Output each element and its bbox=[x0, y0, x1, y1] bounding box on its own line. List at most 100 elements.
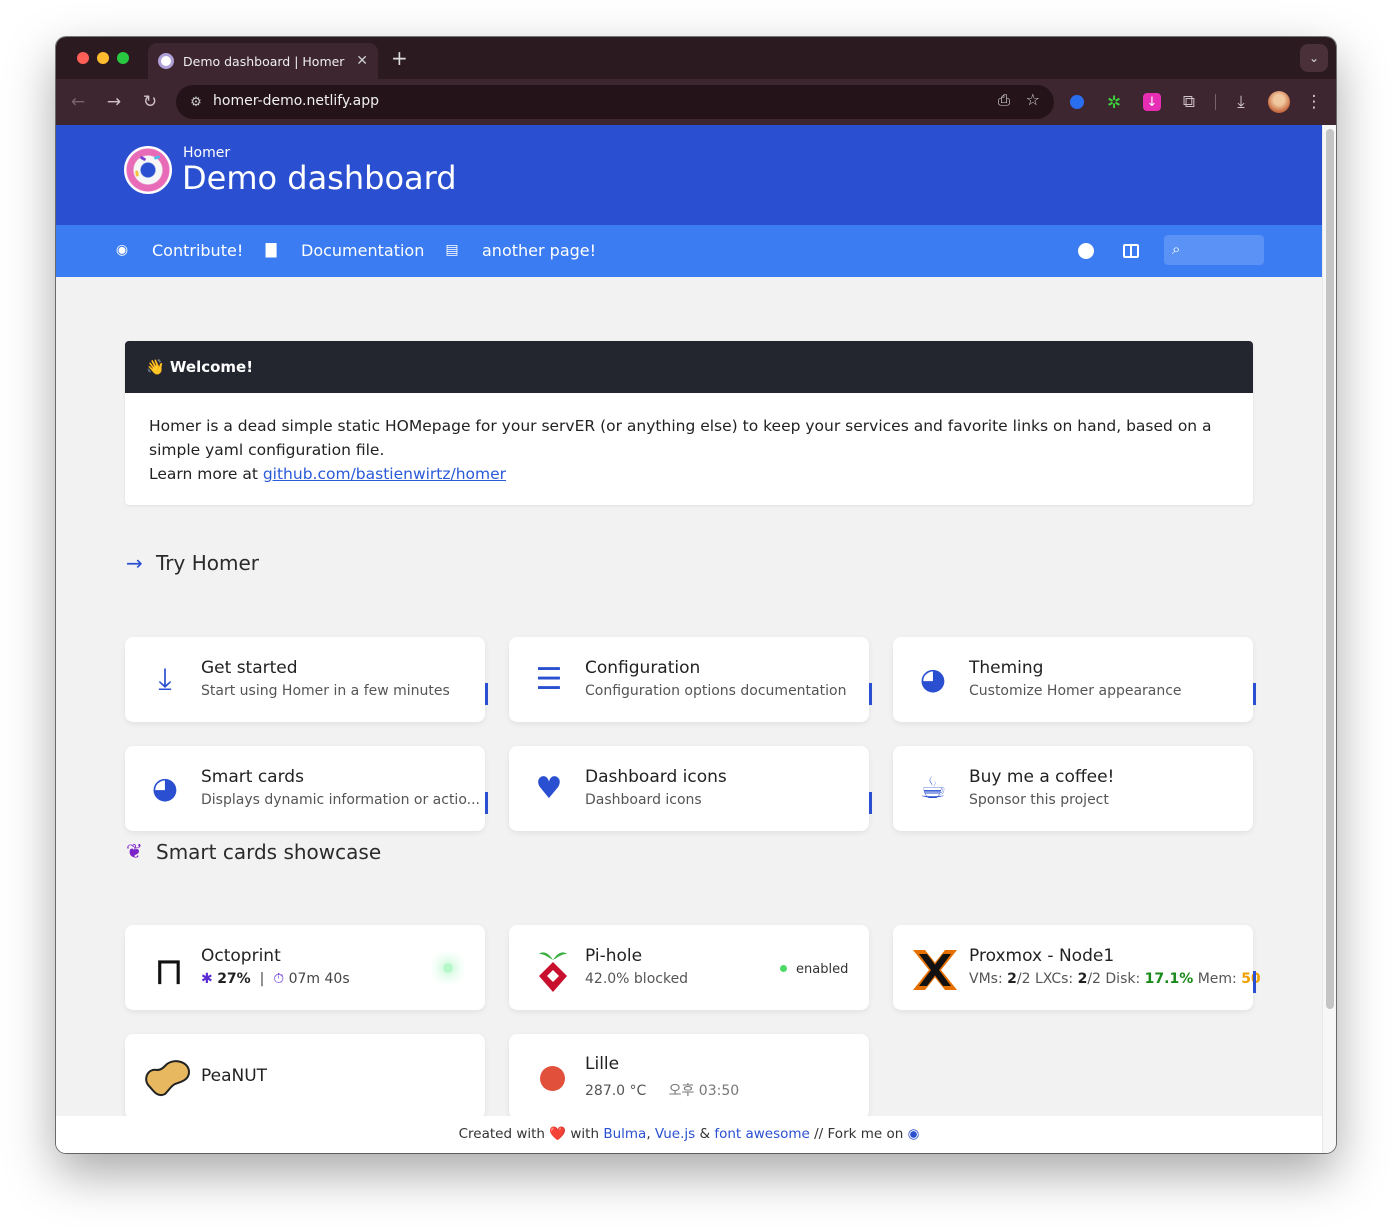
url-text[interactable]: homer-demo.netlify.app bbox=[213, 93, 379, 109]
card-title: Pi-hole bbox=[585, 946, 643, 966]
forward-arrow-icon[interactable]: → bbox=[102, 90, 126, 114]
section-title-showcase: Smart cards showcase bbox=[156, 840, 382, 864]
vms-value: 2 bbox=[1007, 971, 1017, 987]
browser-tab[interactable]: Demo dashboard | Homer ✕ bbox=[148, 43, 378, 79]
card-title: Smart cards bbox=[201, 767, 304, 787]
site-settings-icon[interactable]: ⚙ bbox=[184, 90, 208, 114]
palette-icon: ◕ bbox=[151, 770, 179, 806]
card-subtitle: Start using Homer in a few minutes bbox=[201, 683, 450, 699]
dark-mode-toggle[interactable] bbox=[1078, 243, 1094, 259]
lxcs-label: LXCs: bbox=[1034, 971, 1074, 987]
toolbar-divider bbox=[1215, 94, 1216, 110]
card-title: Theming bbox=[969, 658, 1044, 678]
message-learn: Learn more at bbox=[149, 465, 263, 483]
downloads-icon[interactable]: ⤓ bbox=[1229, 90, 1253, 114]
homer-logo bbox=[124, 146, 172, 194]
gear-icon: ✱ bbox=[201, 971, 213, 987]
github-link[interactable]: github.com/bastienwirtz/homer bbox=[263, 465, 506, 483]
bulma-link[interactable]: Bulma bbox=[603, 1126, 646, 1142]
mem-label: Mem: bbox=[1197, 971, 1237, 987]
card-dashboard-icons[interactable]: ♥ Dashboard icons Dashboard icons bbox=[509, 746, 872, 831]
extension-download-icon[interactable]: ↓ bbox=[1143, 93, 1161, 111]
card-subtitle: Sponsor this project bbox=[969, 792, 1109, 808]
card-theming[interactable]: ◕ Theming Customize Homer appearance bbox=[893, 637, 1256, 722]
extensions-puzzle-icon[interactable]: ⧉ bbox=[1177, 90, 1201, 114]
scrollbar-thumb[interactable] bbox=[1326, 129, 1334, 1009]
github-octocat-icon[interactable]: ◉ bbox=[908, 1126, 920, 1142]
card-proxmox[interactable]: Proxmox - Node1 VMs: 2/2 LXCs: 2/2 Disk:… bbox=[893, 925, 1261, 1010]
back-arrow-icon[interactable]: ← bbox=[66, 90, 90, 114]
disk-value: 17.1% bbox=[1144, 971, 1194, 987]
reload-icon[interactable]: ↻ bbox=[138, 90, 162, 114]
card-tag-marker bbox=[485, 792, 488, 814]
footer-with: with bbox=[566, 1126, 604, 1142]
card-title: Proxmox - Node1 bbox=[969, 946, 1115, 966]
github-icon: ◉ bbox=[115, 242, 129, 258]
footer-fork: // Fork me on bbox=[809, 1126, 908, 1142]
nav-link-contribute[interactable]: Contribute! bbox=[152, 241, 243, 260]
nav-link-documentation[interactable]: Documentation bbox=[301, 241, 424, 260]
vuejs-link[interactable]: Vue.js bbox=[655, 1126, 695, 1142]
card-octoprint[interactable]: ⊓ Octoprint ✱ 27% | ⏱ 07m 40s bbox=[125, 925, 485, 1010]
card-title: PeaNUT bbox=[201, 1066, 268, 1086]
browser-toolbar: ← → ↻ ⚙ homer-demo.netlify.app ⎙ ☆ ✲ ↓ ⧉… bbox=[56, 79, 1336, 125]
more-menu-icon[interactable]: ⋮ bbox=[1302, 90, 1326, 114]
card-tag-marker bbox=[485, 683, 488, 705]
hero-header: Homer Demo dashboard bbox=[56, 125, 1322, 225]
temperature: 287.0 °C bbox=[585, 1083, 647, 1099]
proxmox-stats: VMs: 2/2 LXCs: 2/2 Disk: 17.1% Mem: 50 bbox=[969, 971, 1261, 987]
card-title: Dashboard icons bbox=[585, 767, 727, 787]
lxcs-total: /2 bbox=[1087, 971, 1101, 987]
card-get-started[interactable]: ⤓ Get started Start using Homer in a few… bbox=[125, 637, 488, 722]
card-pihole[interactable]: Pi-hole 42.0% blocked enabled bbox=[509, 925, 869, 1010]
bookmark-star-icon[interactable]: ☆ bbox=[1026, 90, 1040, 109]
profile-avatar[interactable] bbox=[1268, 91, 1290, 113]
card-peanut[interactable]: PeaNUT bbox=[125, 1034, 485, 1119]
tab-bar: Demo dashboard | Homer ✕ + ⌄ bbox=[56, 37, 1336, 79]
tab-close-icon[interactable]: ✕ bbox=[356, 53, 368, 69]
brain-icon: ❦ bbox=[126, 839, 143, 863]
card-subtitle: Dashboard icons bbox=[585, 792, 702, 808]
nav-link-another-page[interactable]: another page! bbox=[482, 241, 596, 260]
close-window-button[interactable] bbox=[77, 52, 89, 64]
card-tag-marker bbox=[869, 792, 872, 814]
card-buy-coffee[interactable]: ☕ Buy me a coffee! Sponsor this project bbox=[893, 746, 1253, 831]
card-title: Octoprint bbox=[201, 946, 281, 966]
weather-details: 287.0 °C 오후 03:50 bbox=[585, 1080, 739, 1100]
octoprint-printer-icon: ⊓ bbox=[154, 949, 184, 993]
card-subtitle: Displays dynamic information or actio... bbox=[201, 792, 480, 808]
card-configuration[interactable]: ☰ Configuration Configuration options do… bbox=[509, 637, 872, 722]
search-icon: ⌕ bbox=[1172, 240, 1181, 258]
install-app-icon[interactable]: ⎙ bbox=[998, 91, 1010, 109]
minimize-window-button[interactable] bbox=[97, 52, 109, 64]
card-subtitle: Customize Homer appearance bbox=[969, 683, 1182, 699]
coffee-icon: ☕ bbox=[919, 770, 947, 806]
card-smart-cards[interactable]: ◕ Smart cards Displays dynamic informati… bbox=[125, 746, 488, 831]
card-title: Buy me a coffee! bbox=[969, 767, 1115, 787]
extension-blue-icon[interactable] bbox=[1070, 95, 1084, 109]
message-body: Homer is a dead simple static HOMepage f… bbox=[125, 393, 1253, 505]
download-icon: ⤓ bbox=[158, 661, 172, 697]
icons-icon: ♥ bbox=[535, 770, 563, 806]
scrollbar[interactable] bbox=[1322, 125, 1336, 1153]
section-title-try: Try Homer bbox=[156, 551, 259, 575]
layout-toggle-icon[interactable] bbox=[1123, 244, 1139, 258]
lxcs-value: 2 bbox=[1077, 971, 1088, 987]
card-lille-weather[interactable]: Lille 287.0 °C 오후 03:50 bbox=[509, 1034, 869, 1119]
status-text: enabled bbox=[796, 962, 849, 977]
message-text: Homer is a dead simple static HOMepage f… bbox=[149, 417, 1212, 459]
new-tab-button[interactable]: + bbox=[391, 46, 408, 70]
octoprint-status: ✱ 27% | ⏱ 07m 40s bbox=[201, 971, 350, 987]
stopwatch-icon: ⏱ bbox=[273, 971, 285, 987]
font-awesome-link[interactable]: font awesome bbox=[714, 1126, 810, 1142]
maximize-window-button[interactable] bbox=[117, 52, 129, 64]
search-input[interactable]: ⌕ bbox=[1164, 235, 1264, 265]
vms-total: /2 bbox=[1016, 971, 1031, 987]
peanut-icon bbox=[143, 1056, 193, 1100]
page-title: Demo dashboard bbox=[182, 159, 457, 197]
extension-green-icon[interactable]: ✲ bbox=[1107, 93, 1127, 113]
footer-amp: & bbox=[695, 1126, 715, 1142]
footer-comma: , bbox=[646, 1126, 655, 1142]
address-bar[interactable]: ⚙ homer-demo.netlify.app ⎙ ☆ bbox=[176, 85, 1054, 119]
tab-search-button[interactable]: ⌄ bbox=[1300, 44, 1328, 72]
